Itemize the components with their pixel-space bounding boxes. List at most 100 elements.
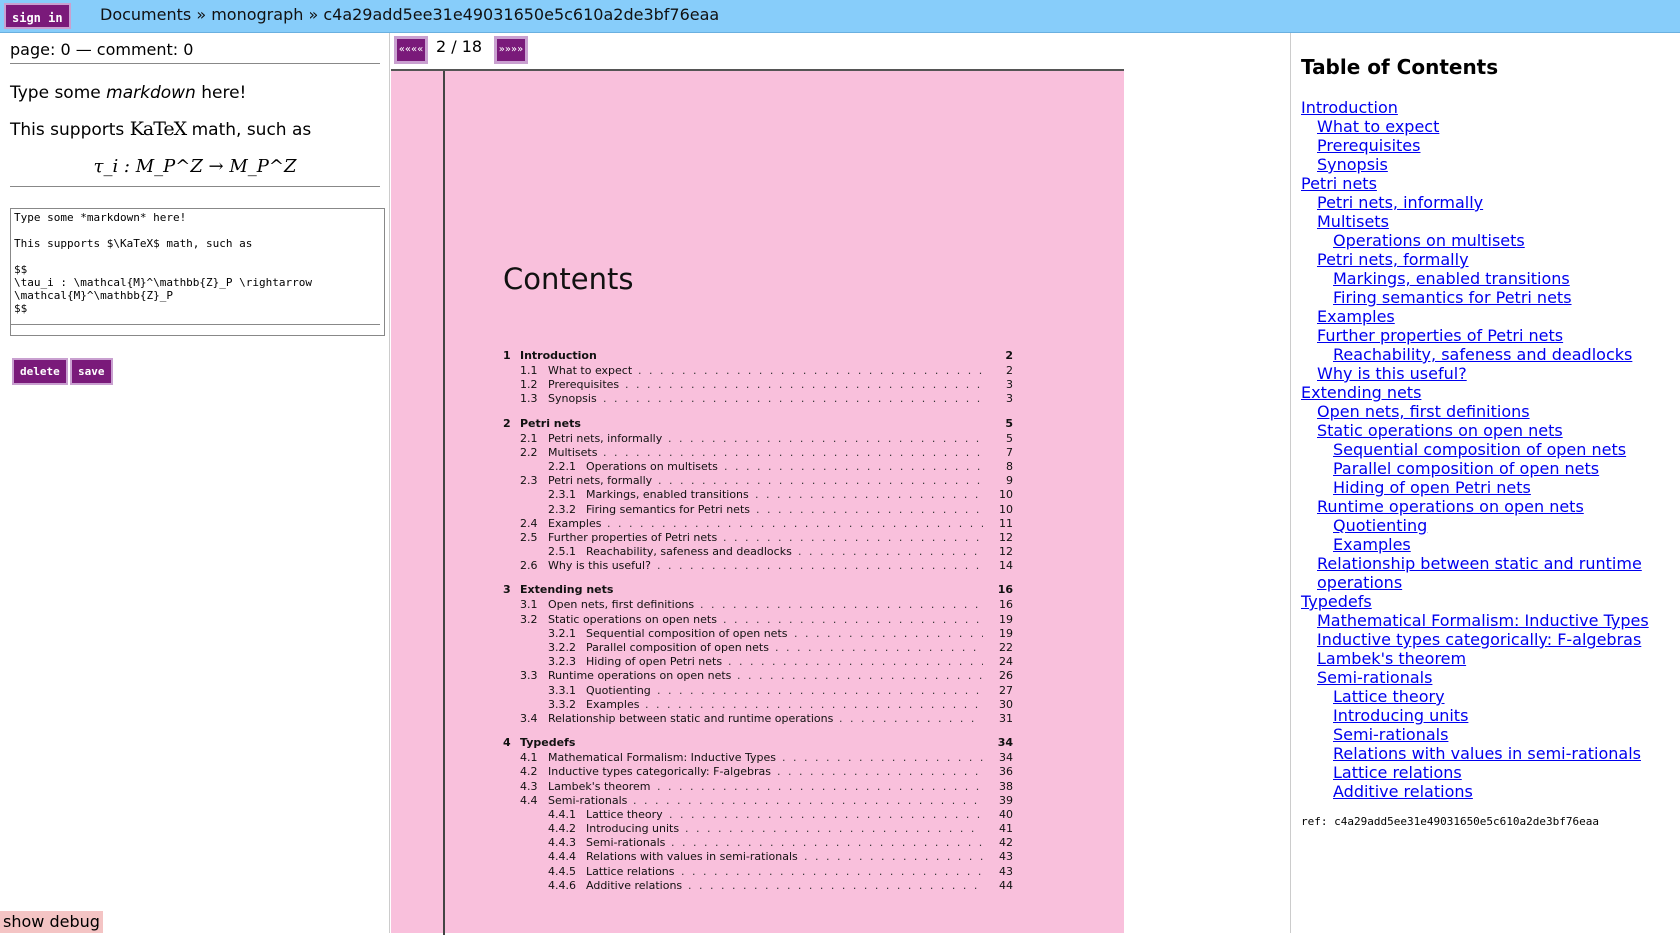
toc-link[interactable]: What to expect <box>1301 117 1649 136</box>
pdf-toc-number: 1.1 <box>520 364 538 377</box>
toc-link[interactable]: Hiding of open Petri nets <box>1301 478 1649 497</box>
pdf-toc-page-number: 2 <box>1005 349 1013 362</box>
show-debug-button[interactable]: show debug <box>0 911 103 933</box>
pdf-toc-leader-dots: . . . . . . . . . . . . . . . . . . . . … <box>625 378 983 392</box>
toc-link[interactable]: Extending nets <box>1301 383 1649 402</box>
pdf-toc-page-number: 11 <box>999 516 1013 530</box>
toc-link[interactable]: Examples <box>1301 307 1649 326</box>
toc-link[interactable]: Lattice theory <box>1301 687 1649 706</box>
pdf-toc-title: Operations on multisets <box>586 459 718 473</box>
toc-link[interactable]: Open nets, first definitions <box>1301 402 1649 421</box>
toc-link[interactable]: Relationship between static and runtime <box>1301 554 1649 573</box>
pdf-toc-entry: 4.2 Inductive types categorically: F-alge… <box>503 765 1013 779</box>
save-button[interactable]: save <box>70 358 113 385</box>
pdf-toc-entry: 4.4.2 Introducing units . . . . . . . . . … <box>503 822 1013 836</box>
toc-link[interactable]: Prerequisites <box>1301 136 1649 155</box>
toc-link[interactable]: Markings, enabled transitions <box>1301 269 1649 288</box>
pdf-toc-title: Static operations on open nets <box>548 612 717 626</box>
breadcrumb-monograph[interactable]: monograph <box>211 5 303 24</box>
pdf-toc-entry: 1.2 Prerequisites . . . . . . . . . . . . … <box>503 378 1013 392</box>
pdf-toc-title: Hiding of open Petri nets <box>586 655 723 669</box>
pdf-toc-title: Extending nets <box>520 583 614 597</box>
toc-link[interactable]: Mathematical Formalism: Inductive Types <box>1301 611 1649 630</box>
toc-link[interactable]: Sequential composition of open nets <box>1301 440 1649 459</box>
pdf-toc-leader-dots: . . . . . . . . . . . . . . . . . . . . … <box>657 683 983 697</box>
toc-link[interactable]: Parallel composition of open nets <box>1301 459 1649 478</box>
pdf-toc-leader-dots: . . . . . . . . . . . . . . . . . . . . … <box>688 878 983 892</box>
pdf-toc-page-number: 30 <box>999 697 1013 711</box>
pdf-toc-page-number: 16 <box>997 583 1013 597</box>
toc-link[interactable]: Introduction <box>1301 98 1649 117</box>
toc-link[interactable]: Petri nets, formally <box>1301 250 1649 269</box>
pdf-toc-section: 1 Introduction 2 <box>503 349 1013 364</box>
pdf-toc-title: Open nets, first definitions <box>548 598 695 612</box>
previous-page-button[interactable]: «««« <box>394 36 428 64</box>
pdf-toc-title: Introduction <box>520 349 597 362</box>
pdf-toc-title: Prerequisites <box>548 378 620 392</box>
pdf-toc-number: 1 <box>503 349 511 362</box>
pdf-toc-number: 4.4.6 <box>548 878 576 892</box>
toc-title: Table of Contents <box>1301 55 1499 79</box>
pdf-toc-leader-dots: . . . . . . . . . . . . . . . . . . . . … <box>775 641 983 654</box>
toc-link[interactable]: Synopsis <box>1301 155 1649 174</box>
pdf-toc-number: 4.2 <box>520 765 538 779</box>
pdf-toc-leader-dots: . . . . . . . . . . . . . . . . . . . . … <box>777 765 983 779</box>
toc-link[interactable]: Inductive types categorically: F-algebra… <box>1301 630 1649 649</box>
delete-button[interactable]: delete <box>12 358 68 385</box>
toc-link[interactable]: Runtime operations on open nets <box>1301 497 1649 516</box>
toc-link[interactable]: Semi-rationals <box>1301 668 1649 687</box>
pdf-toc-section: 3 Extending nets 16 <box>503 583 1013 598</box>
sign-in-button[interactable]: sign in <box>4 3 71 29</box>
pdf-toc-number: 4.4.5 <box>548 864 576 878</box>
toc-link[interactable]: Firing semantics for Petri nets <box>1301 288 1649 307</box>
breadcrumb-documents[interactable]: Documents <box>100 5 191 24</box>
toc-link[interactable]: Examples <box>1301 535 1649 554</box>
markdown-editor[interactable]: Type some *markdown* here! This supports… <box>10 208 385 336</box>
toc-link[interactable]: Lambek's theorem <box>1301 649 1649 668</box>
toc-link[interactable]: Operations on multisets <box>1301 231 1649 250</box>
pdf-toc-entry: 2.6 Why is this useful? . . . . . . . . . … <box>503 559 1013 573</box>
toc-link-list: Introduction What to expect Prerequisites S… <box>1301 98 1649 801</box>
pdf-toc-leader-dots: . . . . . . . . . . . . . . . . . . . . … <box>685 822 983 836</box>
toc-link[interactable]: Static operations on open nets <box>1301 421 1649 440</box>
toc-link[interactable]: operations <box>1301 573 1649 592</box>
double-chevron-right-icon: »»»» <box>498 44 524 55</box>
pdf-toc-number: 4.4.3 <box>548 836 576 850</box>
toc-link[interactable]: Semi-rationals <box>1301 725 1649 744</box>
pdf-toc-page-number: 42 <box>999 836 1013 850</box>
pdf-toc-title: Petri nets, formally <box>548 474 653 488</box>
pdf-toc-leader-dots: . . . . . . . . . . . . . . . . . . . . … <box>839 711 983 725</box>
pdf-toc-leader-dots: . . . . . . . . . . . . . . . . . . . . … <box>658 474 983 488</box>
toc-link[interactable]: Petri nets <box>1301 174 1649 193</box>
toc-link[interactable]: Further properties of Petri nets <box>1301 326 1649 345</box>
toc-link[interactable]: Typedefs <box>1301 592 1649 611</box>
pdf-toc-title: Why is this useful? <box>548 559 651 573</box>
pdf-toc-page-number: 8 <box>1006 459 1013 473</box>
toc-link[interactable]: Why is this useful? <box>1301 364 1649 383</box>
pdf-toc-number: 3.3 <box>520 669 538 683</box>
toc-link[interactable]: Additive relations <box>1301 782 1649 801</box>
pdf-toc-entry: 3.2 Static operations on open nets . . . .… <box>503 613 1013 627</box>
pdf-toc-page-number: 34 <box>999 751 1013 765</box>
pdf-toc-page-number: 27 <box>999 683 1013 697</box>
toc-link[interactable]: Lattice relations <box>1301 763 1649 782</box>
pdf-toc-page-number: 31 <box>999 711 1013 725</box>
pdf-toc-section: 2 Petri nets 5 <box>503 417 1013 432</box>
pdf-toc-number: 3.2 <box>520 612 538 626</box>
pdf-toc-number: 3.4 <box>520 711 538 725</box>
pdf-toc-title: Additive relations <box>586 878 683 892</box>
toc-link[interactable]: Petri nets, informally <box>1301 193 1649 212</box>
pdf-toc-entry: 2.2 Multisets . . . . . . . . . . . . . . … <box>503 446 1013 460</box>
pdf-toc-page-number: 40 <box>999 807 1013 821</box>
toc-link[interactable]: Quotienting <box>1301 516 1649 535</box>
toc-link[interactable]: Introducing units <box>1301 706 1649 725</box>
next-page-button[interactable]: »»»» <box>494 36 528 64</box>
pdf-toc-title: Synopsis <box>548 392 597 406</box>
toc-link[interactable]: Relations with values in semi-rationals <box>1301 744 1649 763</box>
preview-text: here! <box>195 83 247 103</box>
toc-link[interactable]: Multisets <box>1301 212 1649 231</box>
toc-link[interactable]: Reachability, safeness and deadlocks <box>1301 345 1649 364</box>
pdf-toc-page-number: 24 <box>999 655 1013 669</box>
pdf-toc-page-number: 12 <box>999 530 1013 544</box>
pdf-toc-number: 2.5 <box>520 530 538 544</box>
